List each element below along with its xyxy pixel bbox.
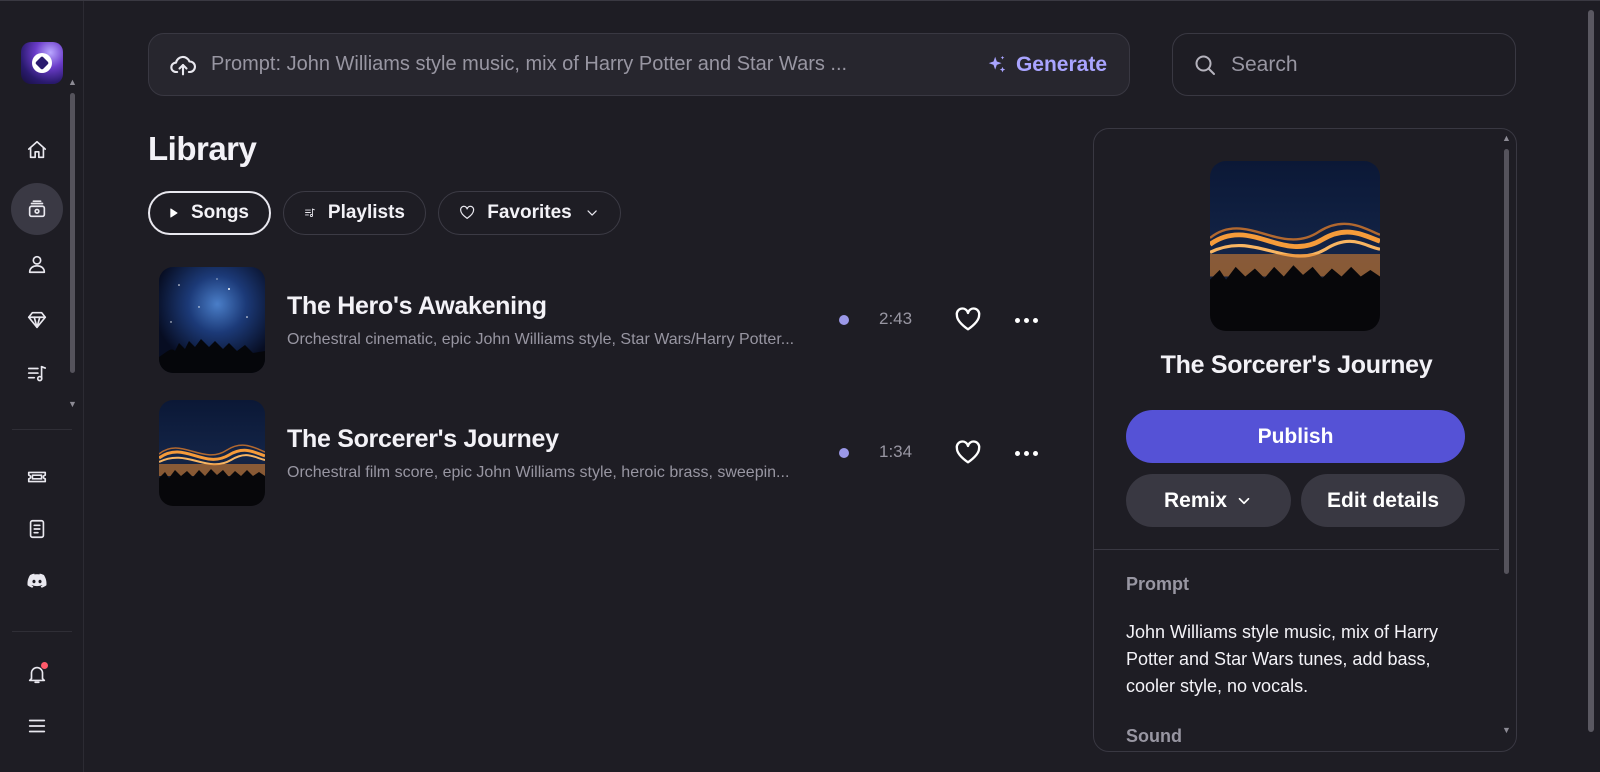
sidebar-item-subscription[interactable] <box>19 302 55 338</box>
chevron-down-icon <box>1238 497 1250 504</box>
tab-songs[interactable]: Songs <box>148 191 271 235</box>
generate-button[interactable]: Generate <box>986 53 1107 77</box>
search-input[interactable] <box>1231 52 1491 77</box>
prompt-input[interactable]: Prompt: John Williams style music, mix o… <box>211 53 986 76</box>
sidebar-item-playlists[interactable] <box>19 356 55 392</box>
tab-favorites[interactable]: Favorites <box>438 191 621 235</box>
sidebar: ▲ ▼ <box>0 1 84 772</box>
song-info: The Sorcerer's Journey Orchestral film s… <box>287 425 827 482</box>
publish-button[interactable]: Publish <box>1126 410 1465 463</box>
sidebar-scroll-down-icon[interactable]: ▼ <box>68 399 77 409</box>
song-duration: 2:43 <box>879 309 913 328</box>
app-logo[interactable] <box>21 42 63 84</box>
tab-songs-label: Songs <box>190 202 249 223</box>
heart-icon <box>955 307 981 331</box>
prompt-label: Prompt <box>1126 574 1189 594</box>
library-tabs: Songs Playlists Favorites <box>148 191 621 235</box>
song-row[interactable]: The Sorcerer's Journey Orchestral film s… <box>159 400 1039 506</box>
sidebar-item-notifications[interactable] <box>19 656 55 692</box>
song-info: The Hero's Awakening Orchestral cinemati… <box>287 292 827 349</box>
detail-title: The Sorcerer's Journey <box>1160 351 1433 379</box>
search-icon <box>1195 55 1215 75</box>
page-title: Library <box>148 130 257 167</box>
profile-icon <box>28 255 46 274</box>
playlist-icon <box>27 365 47 382</box>
more-options-button[interactable] <box>1011 305 1041 335</box>
song-cover-image[interactable] <box>159 400 265 506</box>
ticket-icon <box>27 471 47 483</box>
sidebar-item-docs[interactable] <box>19 511 55 547</box>
song-row[interactable]: The Hero's Awakening Orchestral cinemati… <box>159 267 1039 373</box>
sound-label: Sound <box>1126 726 1182 746</box>
panel-scroll-down-icon[interactable]: ▼ <box>1502 725 1511 735</box>
prompt-bar[interactable]: Prompt: John Williams style music, mix o… <box>148 33 1130 96</box>
heart-icon <box>955 440 981 464</box>
panel-scrollbar[interactable] <box>1504 149 1509 574</box>
discord-icon <box>27 573 47 588</box>
tab-playlists[interactable]: Playlists <box>283 191 426 235</box>
favorite-button[interactable] <box>953 438 983 468</box>
top-border <box>0 0 1600 1</box>
sidebar-item-profile[interactable] <box>19 246 55 282</box>
menu-icon <box>28 719 46 733</box>
sidebar-item-tickets[interactable] <box>19 459 55 495</box>
sidebar-item-home[interactable] <box>19 132 55 168</box>
play-icon <box>170 208 178 218</box>
edit-details-button[interactable]: Edit details <box>1301 474 1465 527</box>
sidebar-item-discord[interactable] <box>19 563 55 599</box>
song-title[interactable]: The Sorcerer's Journey <box>287 425 827 454</box>
heart-icon <box>460 205 475 220</box>
upload-cloud-icon[interactable] <box>169 51 197 79</box>
panel-scroll-up-icon[interactable]: ▲ <box>1502 133 1511 143</box>
page-scrollbar[interactable] <box>1588 10 1594 732</box>
song-duration: 1:34 <box>879 442 913 461</box>
sidebar-item-library[interactable] <box>11 183 63 235</box>
playlist-icon <box>305 208 315 218</box>
logo-mark-icon <box>32 53 52 73</box>
generate-label: Generate <box>1015 52 1107 76</box>
sidebar-divider <box>12 429 72 430</box>
document-icon <box>29 519 45 539</box>
sparkle-icon <box>988 55 1006 72</box>
song-description: Orchestral film score, epic John William… <box>287 463 790 481</box>
status-dot <box>839 448 849 458</box>
prompt-text: John Williams style music, mix of Harry … <box>1126 622 1439 696</box>
status-dot <box>839 315 849 325</box>
sidebar-item-menu[interactable] <box>19 708 55 744</box>
more-dots-icon <box>1014 450 1020 456</box>
sidebar-scrollbar[interactable] <box>70 93 75 373</box>
gem-icon <box>27 311 47 329</box>
chevron-down-icon <box>587 210 597 216</box>
notification-badge <box>41 662 48 669</box>
more-dots-icon <box>1014 317 1020 323</box>
tab-playlists-label: Playlists <box>327 202 405 223</box>
detail-divider <box>1094 549 1499 550</box>
tab-favorites-label: Favorites <box>487 202 572 223</box>
song-description: Orchestral cinematic, epic John Williams… <box>287 330 795 348</box>
search-bar[interactable] <box>1172 33 1516 96</box>
remix-button[interactable]: Remix <box>1126 474 1291 527</box>
more-options-button[interactable] <box>1011 438 1041 468</box>
sidebar-scroll-up-icon[interactable]: ▲ <box>68 77 77 87</box>
home-icon <box>27 140 47 159</box>
song-cover-image[interactable] <box>159 267 265 373</box>
library-icon <box>28 200 46 218</box>
favorite-button[interactable] <box>953 305 983 335</box>
detail-cover-image[interactable] <box>1210 161 1380 331</box>
song-detail-panel: The Sorcerer's Journey Publish Remix Edi… <box>1093 128 1517 752</box>
remix-label: Remix <box>1163 488 1228 512</box>
song-title[interactable]: The Hero's Awakening <box>287 292 827 321</box>
sidebar-divider <box>12 631 72 632</box>
